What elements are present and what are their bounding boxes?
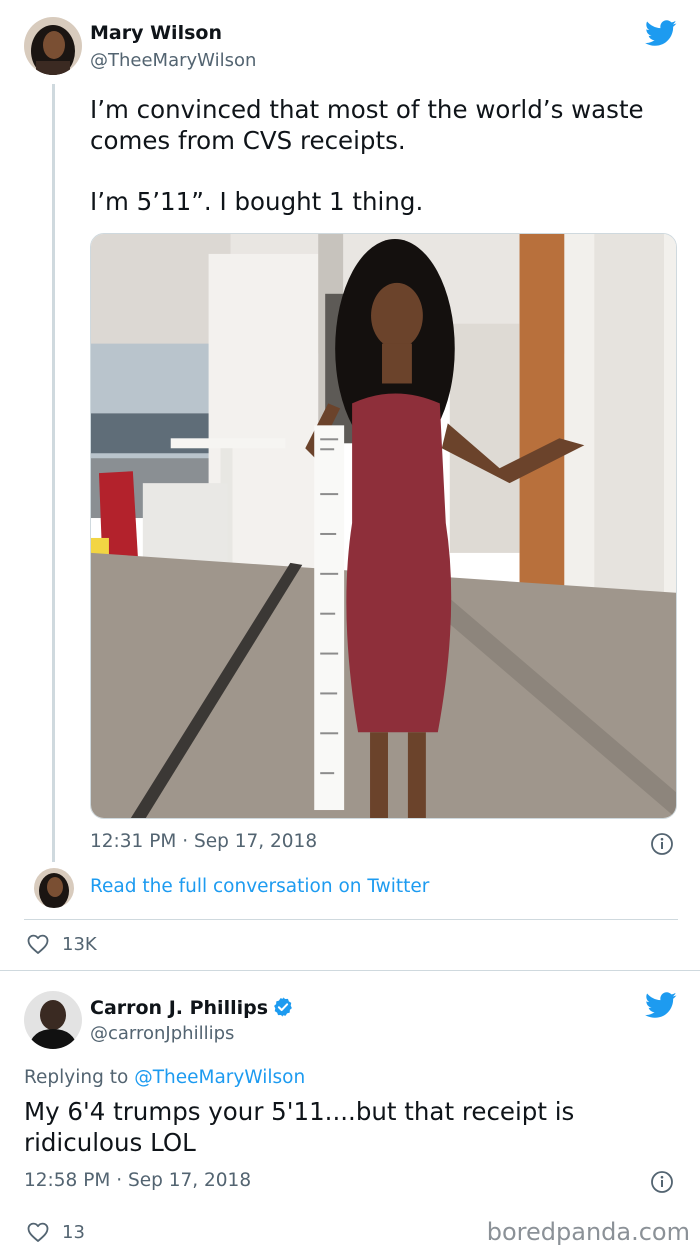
tweet-text-line-3: I’m 5’11”. I bought 1 thing. [90, 187, 424, 216]
like-button[interactable]: 13K [26, 932, 97, 956]
reply-text-line-2: ridiculous LOL [24, 1128, 196, 1157]
tweet-timestamp[interactable]: 12:58 PM · Sep 17, 2018 [24, 1170, 251, 1191]
like-count: 13 [62, 1221, 85, 1243]
heart-icon [27, 934, 49, 954]
author-name[interactable]: Mary Wilson [90, 22, 222, 44]
verified-badge-icon [272, 996, 294, 1018]
author-handle[interactable]: @carronJphillips [90, 1023, 234, 1044]
replying-mention-link[interactable]: @TheeMaryWilson [134, 1067, 305, 1088]
boredpanda-watermark: boredpanda.com [486, 1218, 690, 1246]
avatar-mary-wilson[interactable] [24, 17, 82, 75]
twitter-bird-icon[interactable] [645, 20, 677, 47]
read-full-conversation-link[interactable]: Read the full conversation on Twitter [90, 876, 429, 897]
like-button[interactable]: 13 [26, 1220, 85, 1244]
twitter-bird-icon[interactable] [645, 992, 677, 1019]
heart-icon [27, 1222, 49, 1242]
author-name-row: Carron J. Phillips [90, 996, 294, 1019]
replying-to: Replying to @TheeMaryWilson [24, 1067, 305, 1088]
divider [24, 919, 678, 920]
author-handle[interactable]: @TheeMaryWilson [90, 50, 256, 71]
tweet-text-line-2: comes from CVS receipts. [90, 126, 406, 155]
info-icon[interactable] [650, 1170, 674, 1194]
replying-prefix: Replying to [24, 1067, 135, 1088]
avatar-carron-phillips[interactable] [24, 991, 82, 1049]
info-icon[interactable] [650, 832, 674, 856]
reply-text-line-1: My 6'4 trumps your 5'11....but that rece… [24, 1097, 575, 1126]
tweet-timestamp[interactable]: 12:31 PM · Sep 17, 2018 [90, 831, 317, 852]
thread-connector [52, 84, 55, 862]
tweet-photo[interactable] [90, 233, 677, 819]
avatar-mary-wilson-small[interactable] [34, 868, 74, 908]
tweet-carron-phillips: Carron J. Phillips @carronJphillips Repl… [0, 970, 700, 1260]
tweet-text-line-1: I’m convinced that most of the world’s w… [90, 95, 644, 124]
tweet-mary-wilson: Mary Wilson @TheeMaryWilson I’m convince… [0, 0, 700, 970]
author-name[interactable]: Carron J. Phillips [90, 997, 268, 1019]
like-count: 13K [62, 933, 97, 955]
